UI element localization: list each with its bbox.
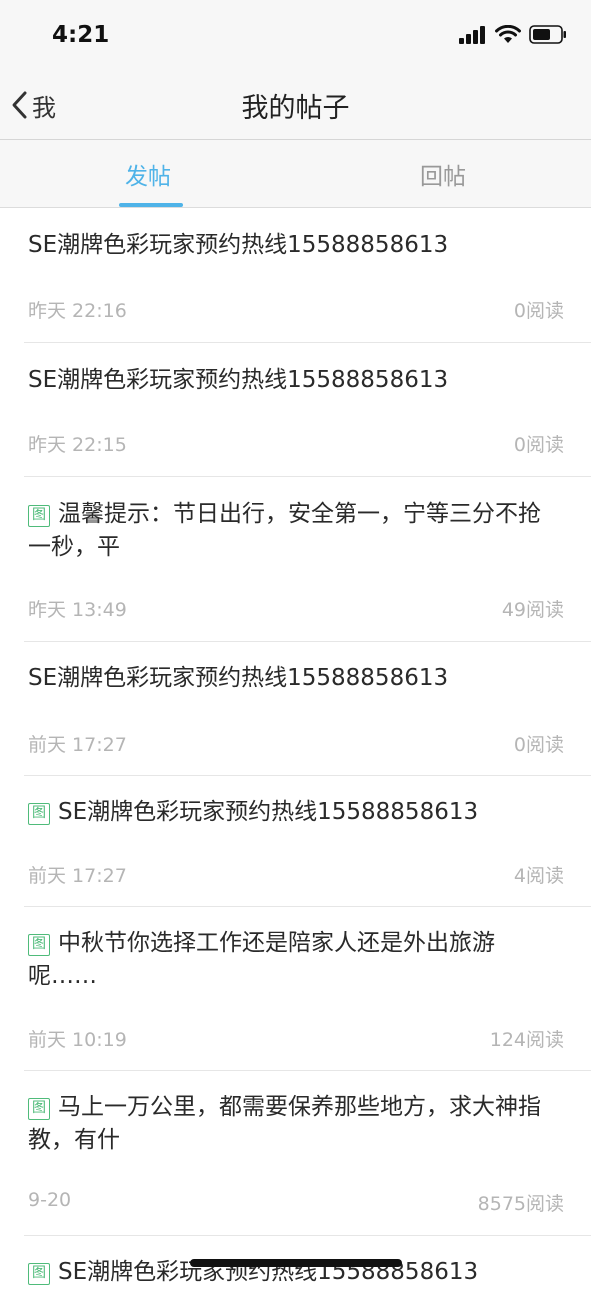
post-title: SE潮牌色彩玩家预约热线15588858613 bbox=[28, 367, 449, 393]
nav-bar: 我 我的帖子 bbox=[0, 72, 591, 140]
post-read-count: 8575阅读 bbox=[477, 1193, 564, 1215]
list-item[interactable]: 图温馨提示：节日出行，安全第一，宁等三分不抢一秒，平 昨天 13:49 49阅读 bbox=[24, 477, 591, 642]
list-item[interactable]: 图马上一万公里，都需要保养那些地方，求大神指教，有什 9-20 8575阅读 bbox=[24, 1071, 591, 1236]
post-time: 9-20 bbox=[28, 1189, 72, 1211]
status-bar: 4:21 bbox=[0, 0, 591, 72]
tab-posts[interactable]: 发帖 bbox=[48, 140, 248, 207]
image-badge-icon: 图 bbox=[28, 803, 50, 825]
tab-replies[interactable]: 回帖 bbox=[343, 140, 543, 207]
list-item[interactable]: SE潮牌色彩玩家预约热线15588858613 昨天 22:16 0阅读 bbox=[24, 208, 591, 343]
post-list: SE潮牌色彩玩家预约热线15588858613 昨天 22:16 0阅读 SE潮… bbox=[0, 208, 591, 1316]
post-read-count: 0阅读 bbox=[513, 734, 564, 756]
status-icons bbox=[459, 25, 567, 44]
wifi-icon bbox=[495, 25, 521, 43]
post-time: 昨天 13:49 bbox=[28, 599, 127, 621]
post-title: 图马上一万公里，都需要保养那些地方，求大神指教，有什 bbox=[28, 1094, 541, 1153]
post-time: 前天 10:19 bbox=[28, 1029, 127, 1051]
list-item[interactable]: SE潮牌色彩玩家预约热线15588858613 昨天 22:15 0阅读 bbox=[24, 343, 591, 477]
list-item[interactable]: SE潮牌色彩玩家预约热线15588858613 前天 17:27 0阅读 bbox=[24, 642, 591, 776]
home-indicator[interactable] bbox=[190, 1259, 402, 1267]
post-title: 图中秋节你选择工作还是陪家人还是外出旅游呢…… bbox=[28, 930, 495, 989]
post-title: 图温馨提示：节日出行，安全第一，宁等三分不抢一秒，平 bbox=[28, 501, 541, 560]
list-item[interactable]: 图 SE潮牌色彩玩家预约热线15588858613 bbox=[24, 1236, 591, 1316]
list-item[interactable]: 图中秋节你选择工作还是陪家人还是外出旅游呢…… 前天 10:19 124阅读 bbox=[24, 907, 591, 1071]
active-tab-indicator bbox=[119, 203, 183, 207]
post-read-count: 0阅读 bbox=[513, 434, 564, 456]
status-time: 4:21 bbox=[52, 22, 110, 48]
post-read-count: 4阅读 bbox=[513, 865, 564, 887]
post-title: 图 SE潮牌色彩玩家预约热线15588858613 bbox=[28, 796, 555, 829]
image-badge-icon: 图 bbox=[28, 934, 50, 956]
post-time: 前天 17:27 bbox=[28, 865, 127, 887]
signal-icon bbox=[459, 25, 485, 44]
post-time: 前天 17:27 bbox=[28, 734, 127, 756]
battery-icon bbox=[529, 25, 566, 44]
post-time: 昨天 22:15 bbox=[28, 434, 127, 456]
post-read-count: 49阅读 bbox=[501, 599, 564, 621]
post-read-count: 0阅读 bbox=[513, 300, 564, 322]
post-title: SE潮牌色彩玩家预约热线15588858613 bbox=[28, 232, 449, 258]
post-read-count: 124阅读 bbox=[489, 1029, 564, 1051]
image-badge-icon: 图 bbox=[28, 1098, 50, 1120]
image-badge-icon: 图 bbox=[28, 505, 50, 527]
post-title: SE潮牌色彩玩家预约热线15588858613 bbox=[28, 665, 449, 691]
image-badge-icon: 图 bbox=[28, 1263, 50, 1285]
post-time: 昨天 22:16 bbox=[28, 300, 127, 322]
tab-bar: 发帖 回帖 bbox=[0, 140, 591, 208]
page-title: 我的帖子 bbox=[241, 93, 350, 124]
list-item[interactable]: 图 SE潮牌色彩玩家预约热线15588858613 前天 17:27 4阅读 bbox=[24, 776, 591, 907]
